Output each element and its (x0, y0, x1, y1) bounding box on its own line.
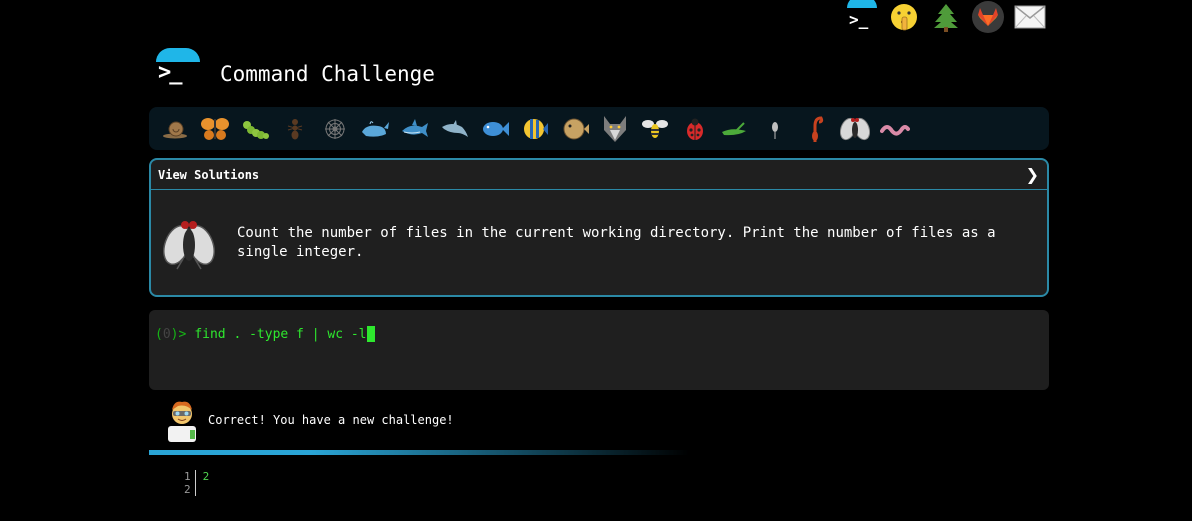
cricket-icon[interactable] (715, 109, 755, 149)
caterpillar-icon[interactable] (235, 109, 275, 149)
mosquito-icon[interactable] (755, 109, 795, 149)
view-solutions-label: View Solutions (158, 167, 260, 182)
butterfly-icon[interactable] (195, 109, 235, 149)
ladybug-icon[interactable] (675, 109, 715, 149)
scientist-icon (168, 401, 196, 442)
top-icon-bar: >_ (846, 0, 1046, 34)
terminal-cursor (366, 326, 375, 342)
whale-icon[interactable] (355, 109, 395, 149)
chevron-right-icon[interactable]: ❯ (1026, 165, 1039, 184)
bee-icon[interactable] (635, 109, 675, 149)
command-output: 1 2 2 (184, 470, 209, 496)
terminal-command-text: find . -type f | wc -l (194, 326, 367, 342)
spider-web-icon[interactable] (315, 109, 355, 149)
fly-icon[interactable] (835, 109, 875, 149)
worm-icon[interactable] (875, 109, 915, 149)
scorpion-icon[interactable] (795, 109, 835, 149)
challenge-progress-bar (149, 107, 1049, 150)
logo-icon[interactable]: >_ (156, 44, 200, 88)
line-number: 2 (184, 483, 191, 496)
challenge-panel: View Solutions ❯ Count the number of fil… (149, 158, 1049, 297)
gitlab-icon[interactable] (972, 1, 1004, 33)
tropical-fish-icon[interactable] (515, 109, 555, 149)
shushing-face-icon[interactable] (888, 1, 920, 33)
fly-icon (163, 220, 215, 269)
blowfish-icon[interactable] (555, 109, 595, 149)
fish-icon[interactable] (475, 109, 515, 149)
wolf-icon[interactable] (595, 109, 635, 149)
line-number-gutter: 1 2 (184, 470, 196, 496)
terminal-input[interactable]: (0)> find . -type f | wc -l (149, 310, 1049, 390)
output-line: 2 (202, 470, 210, 483)
envelope-icon[interactable] (1014, 1, 1046, 33)
terminal-icon[interactable]: >_ (846, 0, 878, 33)
page-title: Command Challenge (220, 62, 435, 86)
view-solutions-toggle[interactable]: View Solutions ❯ (151, 160, 1047, 190)
evergreen-tree-icon[interactable] (930, 1, 962, 33)
dolphin-icon[interactable] (435, 109, 475, 149)
result-message: Correct! You have a new challenge! (208, 413, 454, 427)
terminal-prompt: (0)> (155, 326, 187, 342)
snail-icon[interactable] (155, 109, 195, 149)
site-header: >_ Command Challenge (156, 44, 435, 88)
challenge-description: Count the number of files in the current… (237, 224, 996, 260)
shark-icon[interactable] (395, 109, 435, 149)
result-divider (149, 450, 689, 455)
output-lines: 2 (196, 470, 210, 496)
result-message-row: Correct! You have a new challenge! (160, 398, 454, 442)
ant-icon[interactable] (275, 109, 315, 149)
line-number: 1 (184, 470, 191, 483)
